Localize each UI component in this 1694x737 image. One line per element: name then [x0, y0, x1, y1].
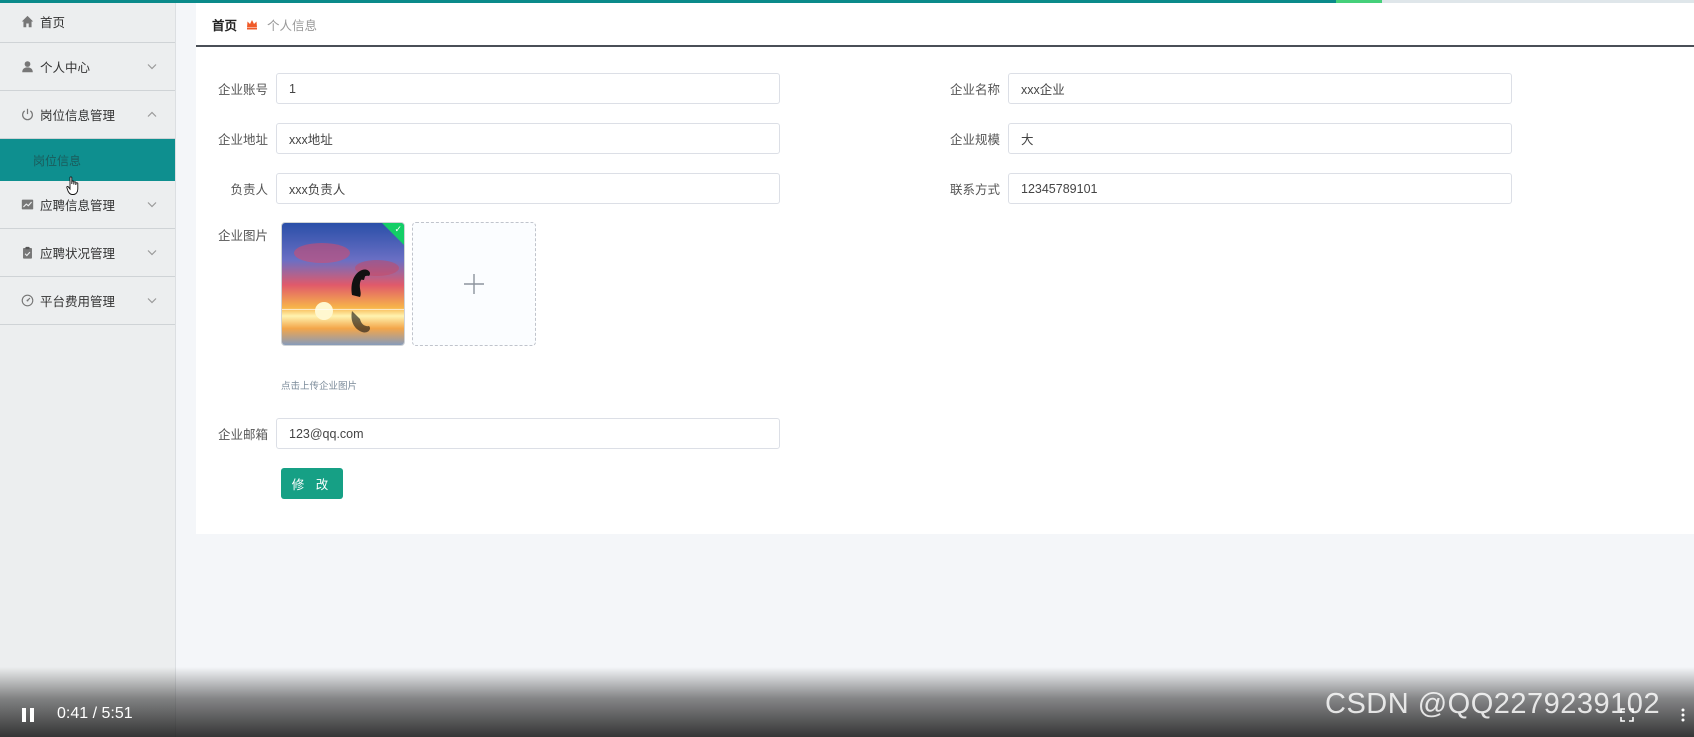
company-name-label: 企业名称 [949, 83, 1000, 97]
sidebar-item-application-status-management[interactable]: 应聘状况管理 [0, 229, 175, 277]
mouse-cursor-hand-icon [66, 176, 79, 195]
progress-fill-tail [1336, 0, 1382, 3]
chevron-down-icon [147, 61, 157, 72]
address-label: 企业地址 [217, 133, 268, 147]
sidebar-item-label: 个人中心 [40, 61, 91, 75]
sidebar-subitem-job-info[interactable]: 岗位信息 [0, 139, 175, 181]
sidebar-item-label: 应聘信息管理 [40, 199, 116, 213]
uploaded-company-image[interactable]: ✓ [281, 222, 405, 346]
contact-person-field[interactable]: xxx负责人 [276, 173, 780, 204]
sidebar-item-application-info-management[interactable]: 应聘信息管理 [0, 181, 175, 229]
clipboard-icon [20, 246, 34, 260]
sidebar-item-personal-center[interactable]: 个人中心 [0, 43, 175, 91]
form-row-image: 企业图片 [208, 225, 276, 244]
scale-field[interactable]: 大 [1008, 123, 1512, 154]
address-field[interactable]: xxx地址 [276, 123, 780, 154]
sidebar-item-platform-fee-management[interactable]: 平台费用管理 [0, 277, 175, 325]
chevron-down-icon [147, 295, 157, 306]
form-row-address: 企业地址 xxx地址 [208, 123, 780, 154]
chevron-down-icon [147, 247, 157, 258]
account-label: 企业账号 [217, 83, 268, 97]
plus-icon [464, 274, 484, 294]
phone-label: 联系方式 [949, 183, 1000, 197]
account-field[interactable]: 1 [276, 73, 780, 104]
company-name-field[interactable]: xxx企业 [1008, 73, 1512, 104]
fullscreen-icon[interactable] [1620, 708, 1634, 722]
progress-fill [0, 0, 1336, 3]
scale-label: 企业规模 [949, 133, 1000, 147]
sidebar-item-label: 平台费用管理 [40, 295, 116, 309]
breadcrumb-home[interactable]: 首页 [212, 15, 237, 34]
email-field[interactable]: 123@qq.com [276, 418, 780, 449]
phone-field[interactable]: 12345789101 [1008, 173, 1512, 204]
chevron-down-icon [147, 199, 157, 210]
page-load-progress [0, 0, 1694, 3]
breadcrumb-current: 个人信息 [267, 18, 318, 33]
modify-button[interactable]: 修 改 [281, 468, 343, 499]
video-time: 0:41 / 5:51 [57, 705, 133, 722]
user-icon [20, 60, 34, 74]
sidebar-item-home[interactable]: 首页 [0, 0, 175, 43]
chart-icon [20, 198, 34, 212]
profile-card: 首页 个人信息 企业账号 1 企业名称 xxx企业 企业地址 xxx地址 企业规… [196, 3, 1694, 534]
form-row-scale: 企业规模 大 [940, 123, 1512, 154]
power-icon [20, 108, 34, 122]
sidebar-subitem-label: 岗位信息 [33, 153, 82, 168]
sidebar-item-label: 岗位信息管理 [40, 109, 116, 123]
check-icon: ✓ [394, 224, 402, 234]
sidebar-item-label: 首页 [40, 15, 66, 30]
more-icon[interactable] [1681, 708, 1685, 722]
crown-icon [246, 18, 258, 30]
upload-tip-text: 点击上传企业图片 [281, 381, 358, 392]
form-row-phone: 联系方式 12345789101 [940, 173, 1512, 204]
breadcrumb: 首页 个人信息 [196, 3, 1694, 47]
sidebar-item-label: 应聘状况管理 [40, 247, 116, 261]
contact-person-label: 负责人 [230, 183, 268, 197]
chevron-up-icon [147, 109, 157, 120]
sidebar: 首页 个人中心 岗位信息管理 岗位信息 应聘信息管理 应聘状况管理 平台费用管理 [0, 0, 176, 737]
form-row-account: 企业账号 1 [208, 73, 780, 104]
image-label: 企业图片 [217, 229, 268, 243]
watermark-text: CSDN @QQ2279239102 [1325, 688, 1661, 720]
dashboard-icon [20, 294, 34, 308]
upload-add-button[interactable] [412, 222, 536, 346]
email-label: 企业邮箱 [217, 428, 268, 442]
form-row-contact-person: 负责人 xxx负责人 [208, 173, 780, 204]
home-icon [20, 14, 34, 28]
sidebar-item-job-info-management[interactable]: 岗位信息管理 [0, 91, 175, 139]
pause-icon[interactable] [22, 708, 34, 722]
form-row-email: 企业邮箱 123@qq.com [208, 418, 780, 449]
form-row-company-name: 企业名称 xxx企业 [940, 73, 1512, 104]
